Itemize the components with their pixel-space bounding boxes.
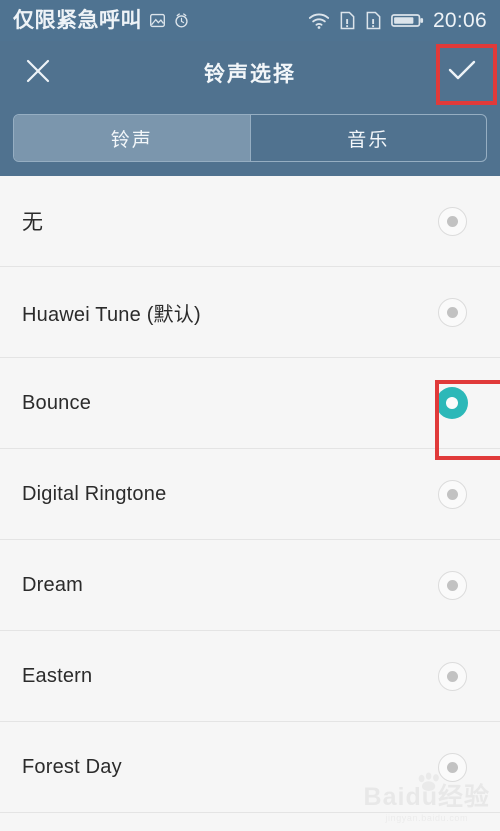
ringtone-row-none[interactable]: 无 bbox=[0, 176, 500, 267]
ringtone-label-digital-ringtone: Digital Ringtone bbox=[22, 482, 167, 505]
radio-unselected-icon bbox=[437, 752, 467, 782]
tab-strip-container: 铃声 音乐 bbox=[0, 105, 500, 176]
ringtone-list[interactable]: 无 Huawei Tune (默认) Bounce Digital Ringto… bbox=[0, 176, 500, 813]
tab-ringtones[interactable]: 铃声 bbox=[14, 115, 250, 161]
phone-screen: 仅限紧急呼叫 20:06 铃声选择 铃声 音乐 无 Huawei Tune (默… bbox=[0, 0, 500, 831]
ringtone-label-dream: Dream bbox=[22, 573, 84, 596]
ringtone-row-digital-ringtone[interactable]: Digital Ringtone bbox=[0, 449, 500, 540]
radio-unselected-icon bbox=[437, 206, 467, 236]
alarm-icon bbox=[173, 12, 190, 29]
ringtone-row-bounce[interactable]: Bounce bbox=[0, 358, 500, 449]
ringtone-row-huawei-tune[interactable]: Huawei Tune (默认) bbox=[0, 267, 500, 358]
ringtone-radio-none[interactable] bbox=[404, 176, 500, 267]
check-icon bbox=[445, 56, 479, 91]
radio-unselected-icon bbox=[437, 297, 467, 327]
ringtone-label-none: 无 bbox=[22, 211, 44, 234]
ringtone-radio-huawei-tune[interactable] bbox=[404, 267, 500, 358]
ringtone-row-eastern[interactable]: Eastern bbox=[0, 631, 500, 722]
ringtone-label-huawei-tune: Huawei Tune (默认) bbox=[22, 303, 201, 326]
close-button[interactable] bbox=[0, 41, 76, 105]
title-bar: 铃声选择 bbox=[0, 41, 500, 105]
wifi-icon bbox=[308, 12, 330, 30]
ringtone-label-eastern: Eastern bbox=[22, 664, 93, 687]
ringtone-radio-eastern[interactable] bbox=[404, 631, 500, 722]
battery-icon bbox=[391, 12, 424, 29]
close-icon bbox=[23, 56, 53, 91]
tab-music-label: 音乐 bbox=[347, 129, 390, 151]
ringtone-radio-digital-ringtone[interactable] bbox=[404, 449, 500, 540]
sim2-icon bbox=[365, 11, 382, 30]
ringtone-row-dream[interactable]: Dream bbox=[0, 540, 500, 631]
ringtone-label-forest-day: Forest Day bbox=[22, 755, 122, 778]
no-service-icon bbox=[149, 12, 166, 29]
status-bar: 仅限紧急呼叫 20:06 bbox=[0, 0, 500, 41]
status-bar-right: 20:06 bbox=[308, 10, 487, 31]
watermark-url: jingyan.baidu.com bbox=[385, 813, 469, 823]
clock-label: 20:06 bbox=[432, 9, 487, 32]
ringtone-row-forest-day[interactable]: Forest Day bbox=[0, 722, 500, 813]
radio-selected-icon bbox=[436, 387, 468, 419]
tab-ringtones-label: 铃声 bbox=[110, 129, 153, 151]
tab-strip: 铃声 音乐 bbox=[13, 114, 487, 162]
radio-unselected-icon bbox=[437, 661, 467, 691]
radio-unselected-icon bbox=[437, 570, 467, 600]
ringtone-radio-forest-day[interactable] bbox=[404, 722, 500, 813]
sim1-icon bbox=[339, 11, 356, 30]
carrier-label: 仅限紧急呼叫 bbox=[13, 9, 142, 32]
ringtone-label-bounce: Bounce bbox=[22, 391, 92, 414]
ringtone-radio-dream[interactable] bbox=[404, 540, 500, 631]
status-bar-left: 仅限紧急呼叫 bbox=[13, 10, 190, 31]
ringtone-radio-bounce[interactable] bbox=[404, 358, 500, 449]
page-title: 铃声选择 bbox=[204, 63, 296, 86]
tab-music[interactable]: 音乐 bbox=[249, 115, 487, 161]
radio-unselected-icon bbox=[437, 479, 467, 509]
confirm-button[interactable] bbox=[424, 41, 500, 105]
